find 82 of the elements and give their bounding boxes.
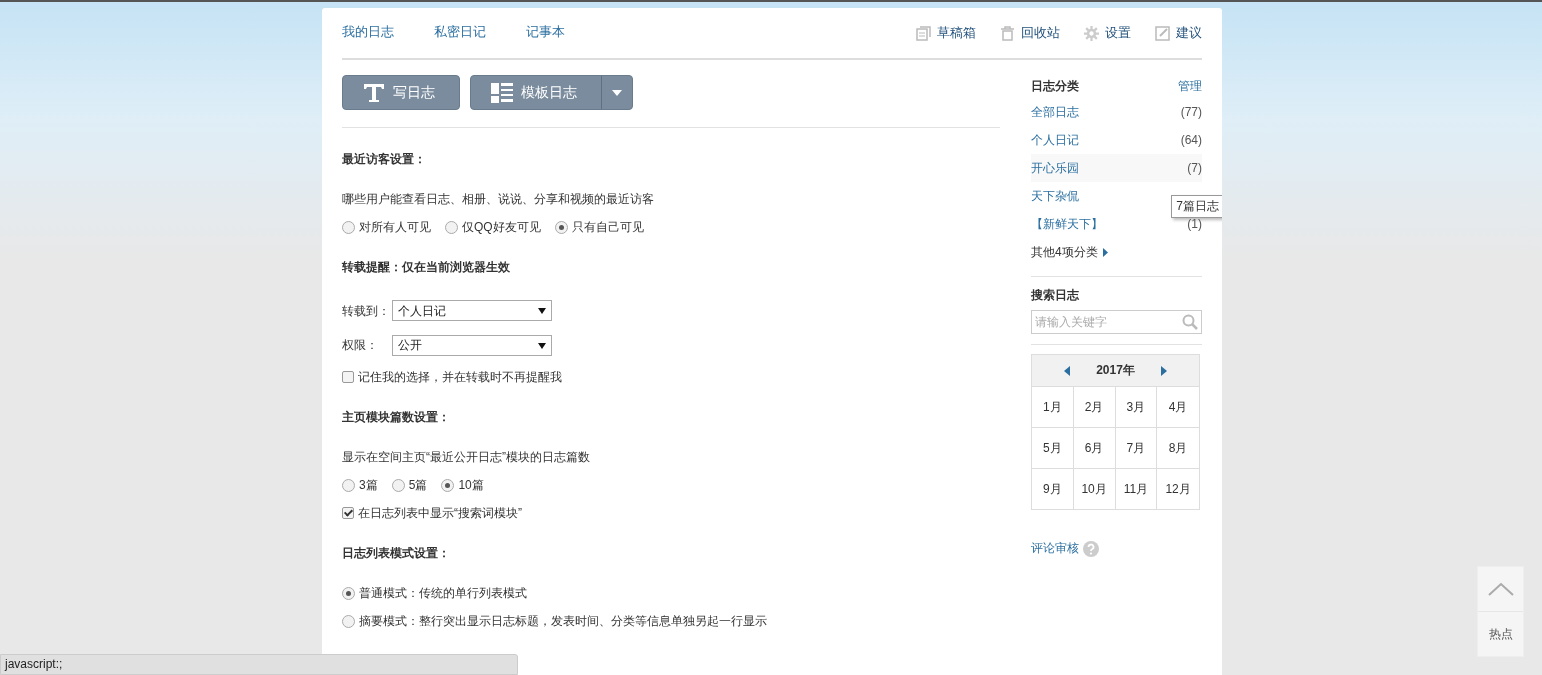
- category-count: (7): [1187, 161, 1202, 175]
- review-link[interactable]: 评论审核: [1031, 540, 1079, 557]
- next-icon[interactable]: [1160, 365, 1167, 376]
- nav-tab[interactable]: 我的日志: [342, 23, 394, 41]
- month-cell[interactable]: 6月: [1073, 428, 1116, 469]
- category-link[interactable]: 【新鲜天下】: [1031, 215, 1103, 233]
- month-cell[interactable]: 11月: [1115, 469, 1158, 509]
- radio-button[interactable]: [391, 478, 405, 492]
- tooltip: 7篇日志: [1171, 195, 1222, 218]
- option-label: 10篇: [458, 478, 484, 492]
- category-count: (77): [1180, 105, 1202, 119]
- option-label: 对所有人可见: [359, 220, 431, 234]
- radio-button[interactable]: [342, 478, 355, 492]
- month-cell[interactable]: 8月: [1157, 428, 1199, 469]
- checkbox-label: 在日志列表中显示“搜索词模块”: [358, 506, 522, 520]
- category-count: (1): [1187, 217, 1202, 231]
- month-cell[interactable]: 10月: [1073, 469, 1116, 509]
- radio-button[interactable]: [441, 478, 455, 492]
- description-text: 哪些用户能查看日志、相册、说说、分享和视频的最近访客: [342, 192, 654, 206]
- category-link[interactable]: 天下杂侃: [1031, 187, 1079, 205]
- dropdown-arrow-icon[interactable]: [538, 342, 546, 349]
- month-cell[interactable]: 5月: [1032, 428, 1074, 469]
- radio-button[interactable]: [342, 614, 355, 628]
- sidebar-title: 日志分类: [1031, 78, 1079, 92]
- previous-icon[interactable]: [1064, 365, 1071, 376]
- option-label: 仅QQ好友可见: [462, 220, 541, 234]
- field-label: 权限：: [342, 337, 379, 354]
- radio-button[interactable]: [342, 586, 355, 600]
- caret-icon[interactable]: [612, 89, 622, 96]
- drafts-icon: [916, 25, 931, 41]
- field-label: 转载到：: [342, 303, 391, 318]
- month-cell[interactable]: 12月: [1157, 469, 1199, 509]
- month-cell[interactable]: 1月: [1032, 387, 1074, 428]
- category-link[interactable]: 全部日志: [1031, 103, 1079, 121]
- checkbox[interactable]: [342, 371, 354, 383]
- more-categories-link[interactable]: 其他4项分类: [1031, 238, 1202, 266]
- nav-tab[interactable]: 私密日记: [434, 23, 486, 41]
- dropdown-arrow-icon[interactable]: [538, 307, 546, 314]
- list-icon: [491, 82, 513, 103]
- description-text: 显示在空间主页“最近公开日志”模块的日志篇数: [342, 450, 590, 464]
- category-row-highlight[interactable]: 开心乐园 (7): [1031, 154, 1202, 182]
- dropdown-select[interactable]: 公开: [392, 335, 552, 356]
- nav-tab[interactable]: 记事本: [526, 23, 565, 41]
- chevron-up-icon[interactable]: [1487, 582, 1514, 596]
- section-heading: 主页模块篇数设置：: [342, 410, 451, 424]
- status-bar: javascript:;: [0, 654, 518, 675]
- category-link[interactable]: 开心乐园: [1031, 159, 1079, 177]
- manage-link[interactable]: 管理: [1178, 78, 1202, 92]
- calendar-year: 2017年: [1096, 362, 1135, 379]
- section-heading: 日志列表模式设置：: [342, 546, 451, 560]
- category-count: (64): [1180, 133, 1202, 147]
- month-cell[interactable]: 9月: [1032, 469, 1074, 509]
- option-label: 普通模式：传统的单行列表模式: [359, 586, 527, 600]
- trash-icon: [1000, 25, 1015, 41]
- header-link[interactable]: 建议: [1155, 24, 1202, 42]
- category-link[interactable]: 个人日记: [1031, 131, 1079, 149]
- settings-icon: [1084, 25, 1099, 41]
- dropdown-select[interactable]: 个人日记: [392, 300, 552, 321]
- radio-button[interactable]: [342, 220, 355, 234]
- option-label: 5篇: [408, 478, 428, 492]
- hot-topics-button[interactable]: 热点: [1478, 612, 1523, 656]
- option-label: 3篇: [359, 478, 378, 492]
- month-cell[interactable]: 4月: [1157, 387, 1199, 428]
- edit-icon: [1155, 25, 1170, 41]
- header-link[interactable]: 设置: [1084, 24, 1131, 42]
- sidebar-title: 搜索日志: [1031, 276, 1202, 304]
- radio-button[interactable]: [445, 220, 458, 234]
- search-icon[interactable]: [1182, 314, 1198, 330]
- option-label: 摘要模式：整行突出显示日志标题，发表时间、分类等信息单独另起一行显示: [359, 614, 767, 628]
- header-link[interactable]: 草稿箱: [916, 24, 976, 42]
- header-link[interactable]: 回收站: [1000, 24, 1060, 42]
- checkbox-label: 记住我的选择，并在转载时不再提醒我: [358, 370, 562, 384]
- option-label: 只有自己可见: [571, 220, 644, 234]
- month-cell[interactable]: 7月: [1115, 428, 1158, 469]
- triangle-right-icon: [1102, 247, 1108, 257]
- section-heading: 转载提醒：仅在当前浏览器生效: [342, 260, 511, 274]
- month-cell[interactable]: 3月: [1115, 387, 1158, 428]
- checkbox[interactable]: [342, 507, 354, 519]
- section-heading: 最近访客设置：: [342, 152, 427, 166]
- month-cell[interactable]: 2月: [1073, 387, 1116, 428]
- letter-t-icon: [363, 82, 385, 103]
- radio-button[interactable]: [554, 220, 568, 234]
